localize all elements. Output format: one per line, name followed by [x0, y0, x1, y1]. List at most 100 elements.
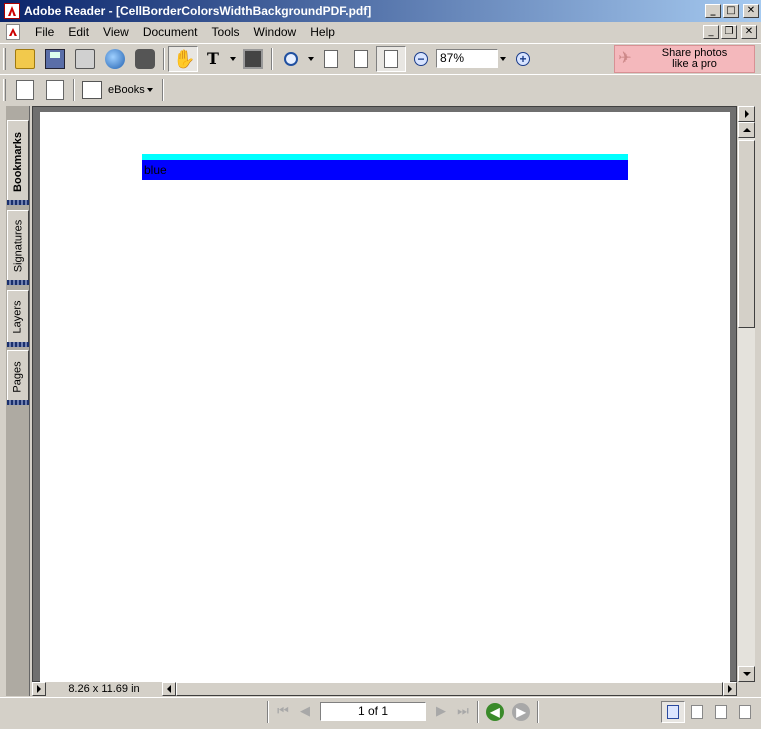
minimize-button[interactable]: _ [705, 4, 721, 18]
pdf-page[interactable]: blue [40, 112, 730, 682]
hand-tool-button[interactable]: ✋ [168, 45, 198, 72]
zoom-in-button[interactable]: + [508, 46, 538, 72]
page-layout-controls [661, 700, 757, 723]
document-window-controls: _ ❐ ✕ [701, 25, 757, 39]
tab-signatures-strip [7, 280, 29, 285]
toolbar-separator [161, 78, 164, 101]
actual-size-button[interactable] [316, 46, 346, 72]
menu-view[interactable]: View [96, 25, 136, 39]
maximize-button[interactable]: □ [723, 4, 739, 18]
search-button[interactable] [130, 46, 160, 72]
print-button[interactable] [70, 46, 100, 72]
vertical-scroll-thumb[interactable] [738, 140, 755, 328]
window-controls: _ □ ✕ [703, 4, 759, 18]
rotate-pages-icon [16, 79, 34, 100]
tab-signatures[interactable]: Signatures [7, 210, 29, 282]
tab-bookmarks-strip [7, 200, 29, 205]
facing-layout-button[interactable] [733, 701, 757, 723]
ebooks-button[interactable]: eBooks [78, 77, 159, 103]
share-photos-label: Share photos like a pro [635, 47, 754, 70]
fit-page-icon [354, 49, 368, 68]
vertical-scrollbar[interactable] [738, 106, 755, 682]
save-button[interactable] [40, 46, 70, 72]
horizontal-scrollbar[interactable]: 8.26 x 11.69 in [32, 682, 737, 696]
doc-restore-button[interactable]: ❐ [721, 25, 737, 39]
zoom-level-dropdown[interactable] [498, 46, 508, 72]
binoculars-icon [135, 48, 155, 69]
menu-tools[interactable]: Tools [205, 25, 247, 39]
menu-edit[interactable]: Edit [61, 25, 96, 39]
ebook-icon [82, 80, 102, 99]
tab-pages[interactable]: Pages [7, 350, 29, 404]
continuous-layout-button[interactable] [685, 701, 709, 723]
arrow-down-icon [742, 672, 751, 676]
menu-file[interactable]: File [28, 25, 61, 39]
hand-icon: ✋ [173, 48, 196, 69]
toolbar-grip[interactable] [3, 47, 6, 70]
toolbar-grip[interactable] [3, 78, 6, 101]
close-button[interactable]: ✕ [743, 4, 759, 18]
tab-layers[interactable]: Layers [7, 290, 29, 344]
scroll-up-button[interactable] [738, 122, 755, 138]
open-folder-icon [15, 48, 35, 69]
toolbar-separator [163, 47, 165, 70]
next-view-button[interactable]: ▶ [512, 702, 530, 721]
window-title: Adobe Reader - [CellBorderColorsWidthBac… [24, 4, 372, 18]
tab-pages-strip [7, 400, 29, 405]
printer-icon [75, 48, 95, 69]
previous-page-button[interactable]: ◀ [294, 702, 316, 722]
document-view[interactable]: blue [32, 106, 737, 682]
navigation-pane: Bookmarks Signatures Layers Pages [6, 106, 30, 696]
menu-help[interactable]: Help [303, 25, 342, 39]
menu-window[interactable]: Window [247, 25, 304, 39]
magnifier-icon [284, 51, 298, 66]
zoom-level-field[interactable]: 87% [436, 49, 498, 68]
zoom-out-button[interactable]: − [406, 46, 436, 72]
tab-signatures-label: Signatures [12, 219, 24, 273]
select-text-dropdown[interactable] [228, 46, 238, 72]
rotate-back-button[interactable] [40, 77, 70, 103]
tab-pages-label: Pages [12, 361, 25, 393]
toolbar-separator [73, 78, 75, 101]
secondary-toolbar: eBooks [0, 74, 761, 104]
scroll-down-button[interactable] [738, 666, 755, 682]
previous-view-button[interactable]: ◀ [486, 702, 504, 721]
page-size-label: 8.26 x 11.69 in [46, 682, 162, 696]
status-separator [477, 700, 479, 723]
doc-minimize-button[interactable]: _ [703, 25, 719, 39]
select-text-button[interactable]: T [198, 46, 228, 72]
page-size-toggle[interactable] [32, 682, 46, 696]
zoom-in-icon: + [516, 51, 530, 66]
zoom-tool-dropdown[interactable] [306, 46, 316, 72]
split-view-button[interactable] [738, 106, 755, 122]
title-bar: Adobe Reader - [CellBorderColorsWidthBac… [0, 0, 761, 22]
page-number-field[interactable]: 1 of 1 [320, 702, 426, 721]
snapshot-button[interactable] [238, 46, 268, 72]
tab-layers-strip [7, 342, 29, 347]
last-page-button[interactable]: ⏭ [452, 702, 474, 722]
next-page-button[interactable]: ▶ [430, 702, 452, 722]
menu-document[interactable]: Document [136, 25, 205, 39]
scroll-left-button[interactable] [162, 682, 176, 696]
status-separator [267, 700, 269, 723]
ebooks-dropdown[interactable] [145, 77, 155, 103]
horizontal-scroll-thumb[interactable] [176, 682, 723, 696]
zoom-in-tool-button[interactable] [276, 46, 306, 72]
continuous-facing-layout-button[interactable] [709, 701, 733, 723]
email-button[interactable] [100, 46, 130, 72]
open-button[interactable] [10, 46, 40, 72]
rotate-view-button[interactable] [10, 77, 40, 103]
share-photos-button[interactable]: ✈ Share photos like a pro [614, 44, 755, 73]
first-page-button[interactable]: ⏮ [272, 702, 294, 722]
arrow-left-icon [167, 685, 171, 693]
tab-bookmarks[interactable]: Bookmarks [7, 120, 29, 204]
tab-bookmarks-label: Bookmarks [12, 132, 25, 192]
doc-close-button[interactable]: ✕ [741, 25, 757, 39]
table-cell-blue: blue [142, 160, 628, 180]
fit-page-button[interactable] [346, 46, 376, 72]
single-page-layout-button[interactable] [661, 700, 685, 723]
scroll-right-button[interactable] [723, 682, 737, 696]
fit-width-button[interactable] [376, 45, 406, 72]
adobe-reader-icon [4, 3, 20, 19]
document-menu-icon[interactable] [6, 24, 20, 40]
